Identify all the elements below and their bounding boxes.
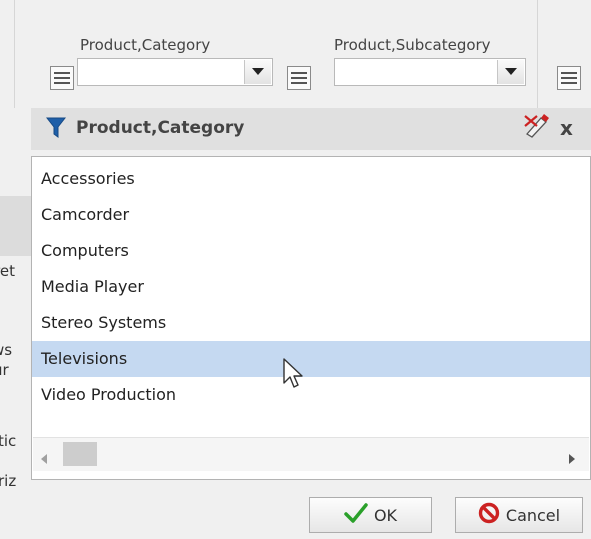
- category-combobox[interactable]: [77, 58, 273, 86]
- checkmark-icon: [344, 503, 368, 527]
- ok-button[interactable]: OK: [309, 497, 432, 533]
- scrollbar-thumb[interactable]: [63, 442, 97, 466]
- ok-button-label: OK: [373, 505, 398, 525]
- cancel-button-label: Cancel: [505, 505, 561, 525]
- cutoff-text: ws: [0, 341, 13, 359]
- chevron-down-icon[interactable]: [244, 60, 271, 84]
- list-item-selected[interactable]: Televisions: [32, 341, 590, 377]
- filter-menu-icon[interactable]: [287, 66, 311, 90]
- list-item[interactable]: Camcorder: [32, 197, 590, 233]
- clear-filter-icon[interactable]: [523, 112, 551, 142]
- filter-menu-icon[interactable]: [50, 66, 74, 90]
- cancel-button[interactable]: Cancel: [455, 497, 583, 533]
- filter-label-category: Product,Category: [80, 36, 211, 54]
- list-item[interactable]: Video Production: [32, 377, 590, 413]
- cutoff-text: tic: [0, 432, 17, 450]
- background-panel-header: [0, 196, 31, 256]
- horizontal-scrollbar[interactable]: [33, 437, 589, 471]
- close-icon[interactable]: x: [560, 116, 573, 140]
- divider: [537, 0, 538, 108]
- list-item[interactable]: Computers: [32, 233, 590, 269]
- scroll-left-icon[interactable]: [40, 449, 48, 468]
- cutoff-text: riz: [0, 472, 17, 490]
- dialog-title: Product,Category: [76, 118, 245, 138]
- list-item[interactable]: Media Player: [32, 269, 590, 305]
- list-item[interactable]: Accessories: [32, 161, 590, 197]
- list-item[interactable]: Stereo Systems: [32, 305, 590, 341]
- scroll-right-icon[interactable]: [568, 449, 576, 468]
- funnel-icon: [45, 117, 67, 143]
- chevron-down-icon[interactable]: [497, 60, 524, 84]
- cancel-icon: [478, 502, 500, 528]
- cutoff-text: ur: [0, 361, 9, 379]
- subcategory-combobox[interactable]: [334, 58, 526, 86]
- cutoff-text: ret: [0, 262, 15, 280]
- mouse-pointer-icon: [283, 358, 305, 394]
- filter-label-subcategory: Product,Subcategory: [334, 36, 491, 54]
- filter-menu-icon[interactable]: [557, 66, 581, 90]
- filter-bar: [0, 0, 591, 108]
